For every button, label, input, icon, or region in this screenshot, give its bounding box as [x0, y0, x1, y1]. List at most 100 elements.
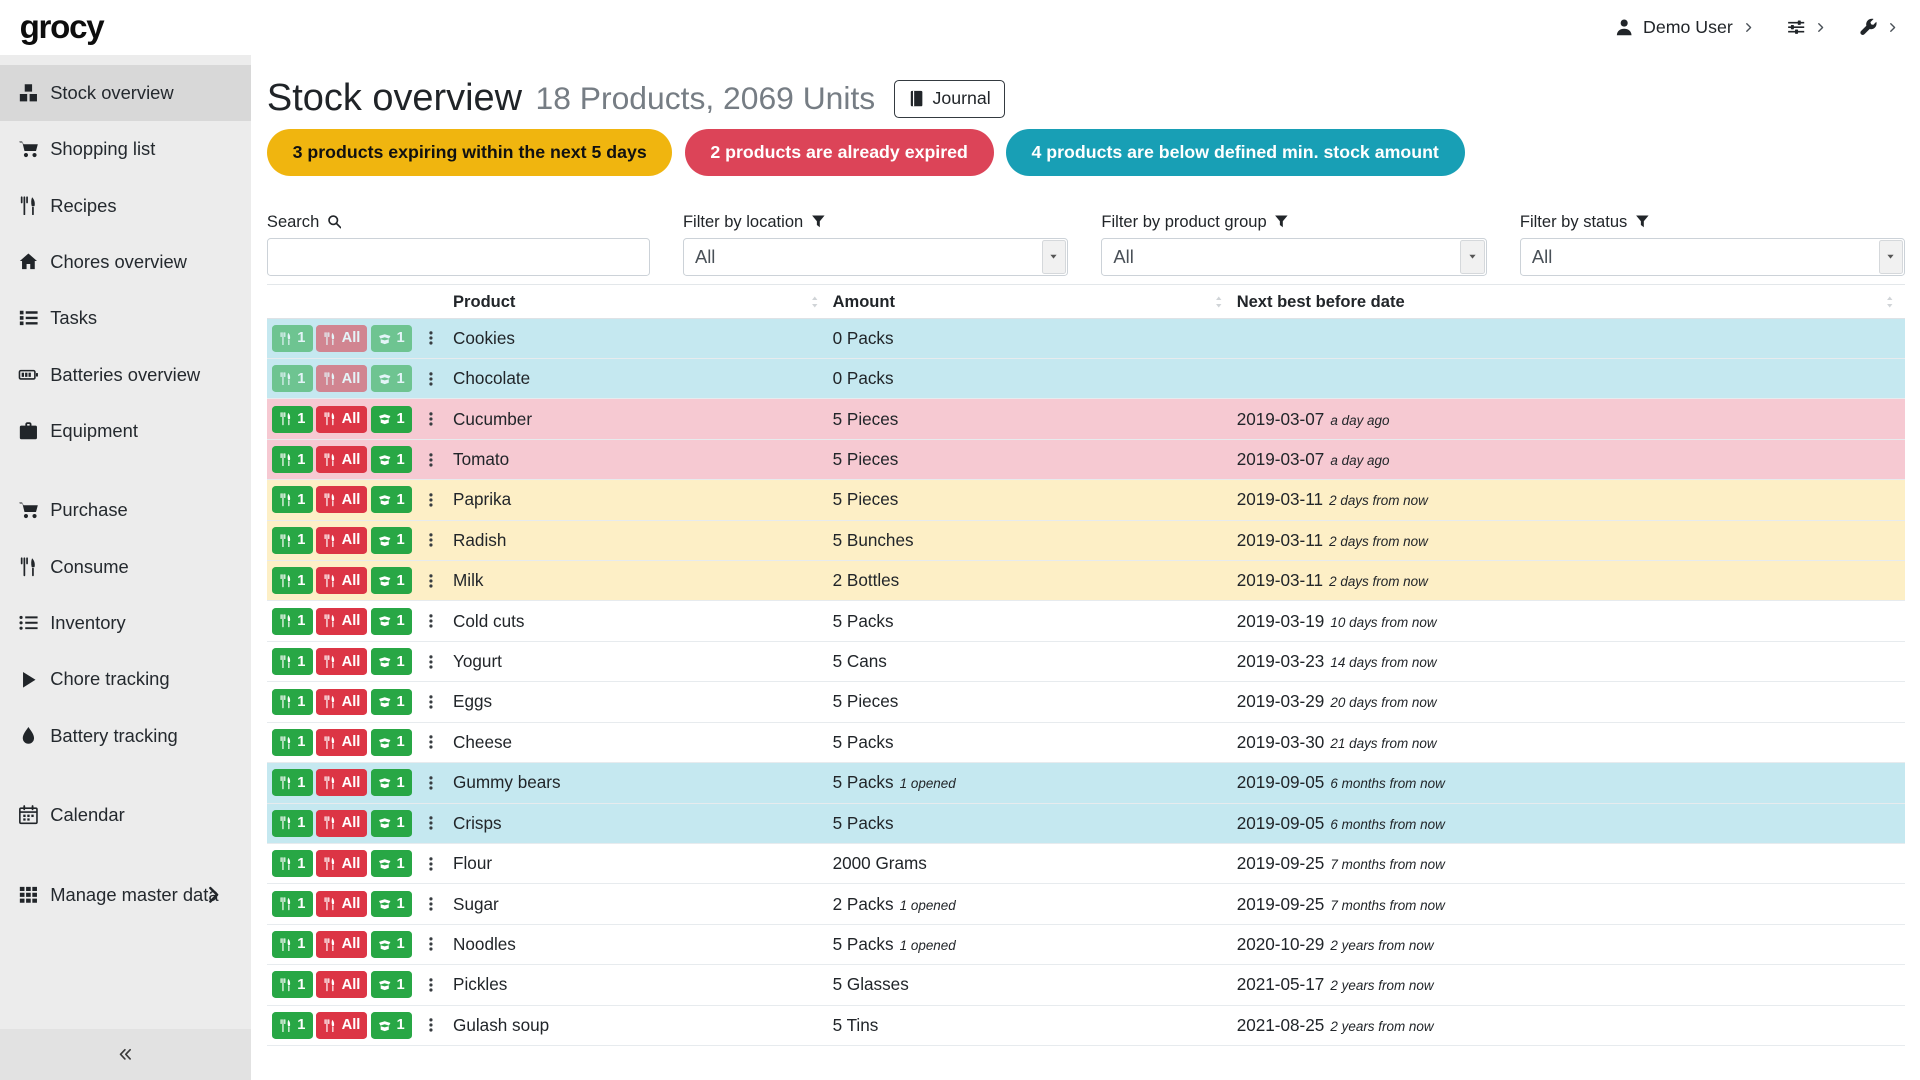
- amount-column-header[interactable]: Amount: [830, 285, 1234, 318]
- open-one-button[interactable]: 1: [371, 931, 412, 958]
- row-menu-button[interactable]: [422, 1012, 441, 1039]
- consume-one-button[interactable]: 1: [272, 931, 313, 958]
- alert-pill-1[interactable]: 3 products expiring within the next 5 da…: [267, 129, 673, 177]
- product-group-select[interactable]: All: [1101, 238, 1486, 276]
- consume-all-button[interactable]: All: [316, 689, 367, 716]
- sort-icon[interactable]: [1212, 295, 1225, 308]
- sidebar-item-shopping-list[interactable]: Shopping list: [0, 121, 251, 177]
- row-menu-button[interactable]: [422, 446, 441, 473]
- open-one-button[interactable]: 1: [371, 769, 412, 796]
- consume-one-button[interactable]: 1: [272, 891, 313, 918]
- alert-pill-3[interactable]: 4 products are below defined min. stock …: [1006, 129, 1465, 177]
- sort-icon[interactable]: [808, 295, 821, 308]
- location-select[interactable]: All: [683, 238, 1068, 276]
- sidebar-item-battery-tracking[interactable]: Battery tracking: [0, 708, 251, 764]
- open-one-button[interactable]: 1: [371, 406, 412, 433]
- consume-all-button[interactable]: All: [316, 406, 367, 433]
- consume-one-button[interactable]: 1: [272, 446, 313, 473]
- row-menu-button[interactable]: [422, 486, 441, 513]
- search-input[interactable]: [267, 238, 650, 276]
- consume-all-button[interactable]: All: [316, 325, 367, 352]
- app-logo[interactable]: grocy: [20, 9, 104, 47]
- sidebar-item-inventory[interactable]: Inventory: [0, 595, 251, 651]
- consume-one-button[interactable]: 1: [272, 527, 313, 554]
- open-one-button[interactable]: 1: [371, 810, 412, 837]
- sidebar-item-chore-tracking[interactable]: Chore tracking: [0, 651, 251, 707]
- row-menu-button[interactable]: [422, 729, 441, 756]
- consume-one-button[interactable]: 1: [272, 648, 313, 675]
- sidebar-item-tasks[interactable]: Tasks: [0, 290, 251, 346]
- sidebar-collapse-button[interactable]: [0, 1029, 251, 1080]
- journal-button[interactable]: Journal: [894, 80, 1006, 118]
- alert-pill-2[interactable]: 2 products are already expired: [685, 129, 994, 177]
- sidebar-item-recipes[interactable]: Recipes: [0, 178, 251, 234]
- consume-one-button[interactable]: 1: [272, 365, 313, 392]
- open-one-button[interactable]: 1: [371, 446, 412, 473]
- bbd-column-header[interactable]: Next best before date: [1234, 285, 1905, 318]
- sidebar-item-chores-overview[interactable]: Chores overview: [0, 234, 251, 290]
- consume-one-button[interactable]: 1: [272, 769, 313, 796]
- consume-all-button[interactable]: All: [316, 891, 367, 918]
- consume-all-button[interactable]: All: [316, 648, 367, 675]
- consume-all-button[interactable]: All: [316, 608, 367, 635]
- consume-all-button[interactable]: All: [316, 850, 367, 877]
- row-menu-button[interactable]: [422, 689, 441, 716]
- row-menu-button[interactable]: [422, 931, 441, 958]
- open-one-button[interactable]: 1: [371, 365, 412, 392]
- consume-all-button[interactable]: All: [316, 810, 367, 837]
- open-one-button[interactable]: 1: [371, 891, 412, 918]
- consume-all-button[interactable]: All: [316, 971, 367, 998]
- row-menu-button[interactable]: [422, 810, 441, 837]
- row-menu-button[interactable]: [422, 648, 441, 675]
- sidebar-item-batteries-overview[interactable]: Batteries overview: [0, 346, 251, 402]
- sidebar-item-manage-master-data[interactable]: Manage master data: [0, 867, 251, 923]
- row-menu-button[interactable]: [422, 567, 441, 594]
- consume-one-button[interactable]: 1: [272, 325, 313, 352]
- consume-all-button[interactable]: All: [316, 769, 367, 796]
- row-menu-button[interactable]: [422, 971, 441, 998]
- product-column-header[interactable]: Product: [451, 285, 831, 318]
- consume-all-button[interactable]: All: [316, 729, 367, 756]
- consume-all-button[interactable]: All: [316, 486, 367, 513]
- sidebar-item-calendar[interactable]: Calendar: [0, 787, 251, 843]
- open-one-button[interactable]: 1: [371, 325, 412, 352]
- open-one-button[interactable]: 1: [371, 850, 412, 877]
- consume-one-button[interactable]: 1: [272, 406, 313, 433]
- open-one-button[interactable]: 1: [371, 971, 412, 998]
- open-one-button[interactable]: 1: [371, 486, 412, 513]
- consume-one-button[interactable]: 1: [272, 810, 313, 837]
- consume-one-button[interactable]: 1: [272, 971, 313, 998]
- consume-all-button[interactable]: All: [316, 1012, 367, 1039]
- consume-one-button[interactable]: 1: [272, 486, 313, 513]
- consume-all-button[interactable]: All: [316, 446, 367, 473]
- consume-one-button[interactable]: 1: [272, 567, 313, 594]
- open-one-button[interactable]: 1: [371, 689, 412, 716]
- row-menu-button[interactable]: [422, 325, 441, 352]
- user-menu[interactable]: Demo User: [1615, 17, 1754, 38]
- open-one-button[interactable]: 1: [371, 729, 412, 756]
- open-one-button[interactable]: 1: [371, 1012, 412, 1039]
- consume-one-button[interactable]: 1: [272, 689, 313, 716]
- row-menu-button[interactable]: [422, 850, 441, 877]
- row-menu-button[interactable]: [422, 608, 441, 635]
- consume-all-button[interactable]: All: [316, 931, 367, 958]
- sidebar-item-consume[interactable]: Consume: [0, 539, 251, 595]
- row-menu-button[interactable]: [422, 891, 441, 918]
- consume-one-button[interactable]: 1: [272, 729, 313, 756]
- consume-one-button[interactable]: 1: [272, 850, 313, 877]
- open-one-button[interactable]: 1: [371, 608, 412, 635]
- sort-icon[interactable]: [1883, 295, 1896, 308]
- row-menu-button[interactable]: [422, 527, 441, 554]
- sidebar-item-equipment[interactable]: Equipment: [0, 403, 251, 459]
- settings-menu[interactable]: [1787, 18, 1826, 36]
- admin-menu[interactable]: [1859, 18, 1898, 36]
- consume-all-button[interactable]: All: [316, 527, 367, 554]
- row-menu-button[interactable]: [422, 769, 441, 796]
- consume-one-button[interactable]: 1: [272, 1012, 313, 1039]
- open-one-button[interactable]: 1: [371, 567, 412, 594]
- open-one-button[interactable]: 1: [371, 527, 412, 554]
- row-menu-button[interactable]: [422, 365, 441, 392]
- sidebar-item-stock-overview[interactable]: Stock overview: [0, 65, 251, 121]
- sidebar-item-purchase[interactable]: Purchase: [0, 482, 251, 538]
- open-one-button[interactable]: 1: [371, 648, 412, 675]
